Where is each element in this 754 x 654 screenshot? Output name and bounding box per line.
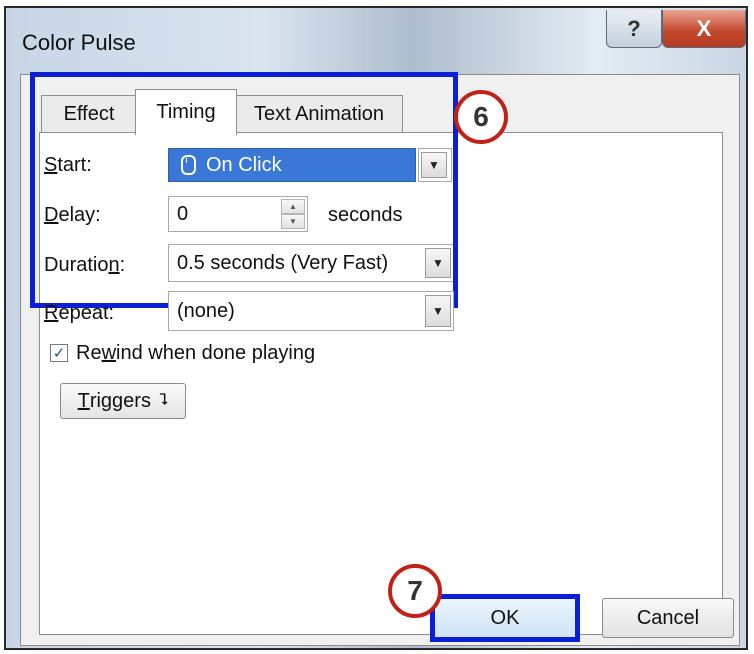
dialog-window: Color Pulse ? X Effect Timing Text Anima… [4,6,748,650]
step-7-callout: 7 [388,564,442,618]
help-button[interactable]: ? [606,10,662,48]
cancel-button[interactable]: Cancel [602,598,734,638]
repeat-label: Repeat: [44,302,115,324]
rewind-checkbox[interactable]: ✓ [50,344,68,362]
close-icon: X [696,15,712,41]
repeat-select[interactable]: (none) ▼ [168,291,454,331]
repeat-select-value: (none) [177,299,235,322]
timing-settings-highlight [30,72,458,308]
checkmark-icon: ✓ [52,345,66,362]
triggers-button[interactable]: Triggers ⮧ [60,383,186,419]
step-6-callout: 6 [454,90,508,144]
chevron-down-icon[interactable]: ▼ [425,295,451,327]
close-button[interactable]: X [662,10,746,48]
ok-button[interactable]: OK [430,594,580,642]
rewind-label: Rewind when done playing [76,342,316,364]
help-icon: ? [627,15,641,41]
dialog-title: Color Pulse [22,30,136,55]
double-chevron-down-icon: ⮧ [158,392,169,409]
